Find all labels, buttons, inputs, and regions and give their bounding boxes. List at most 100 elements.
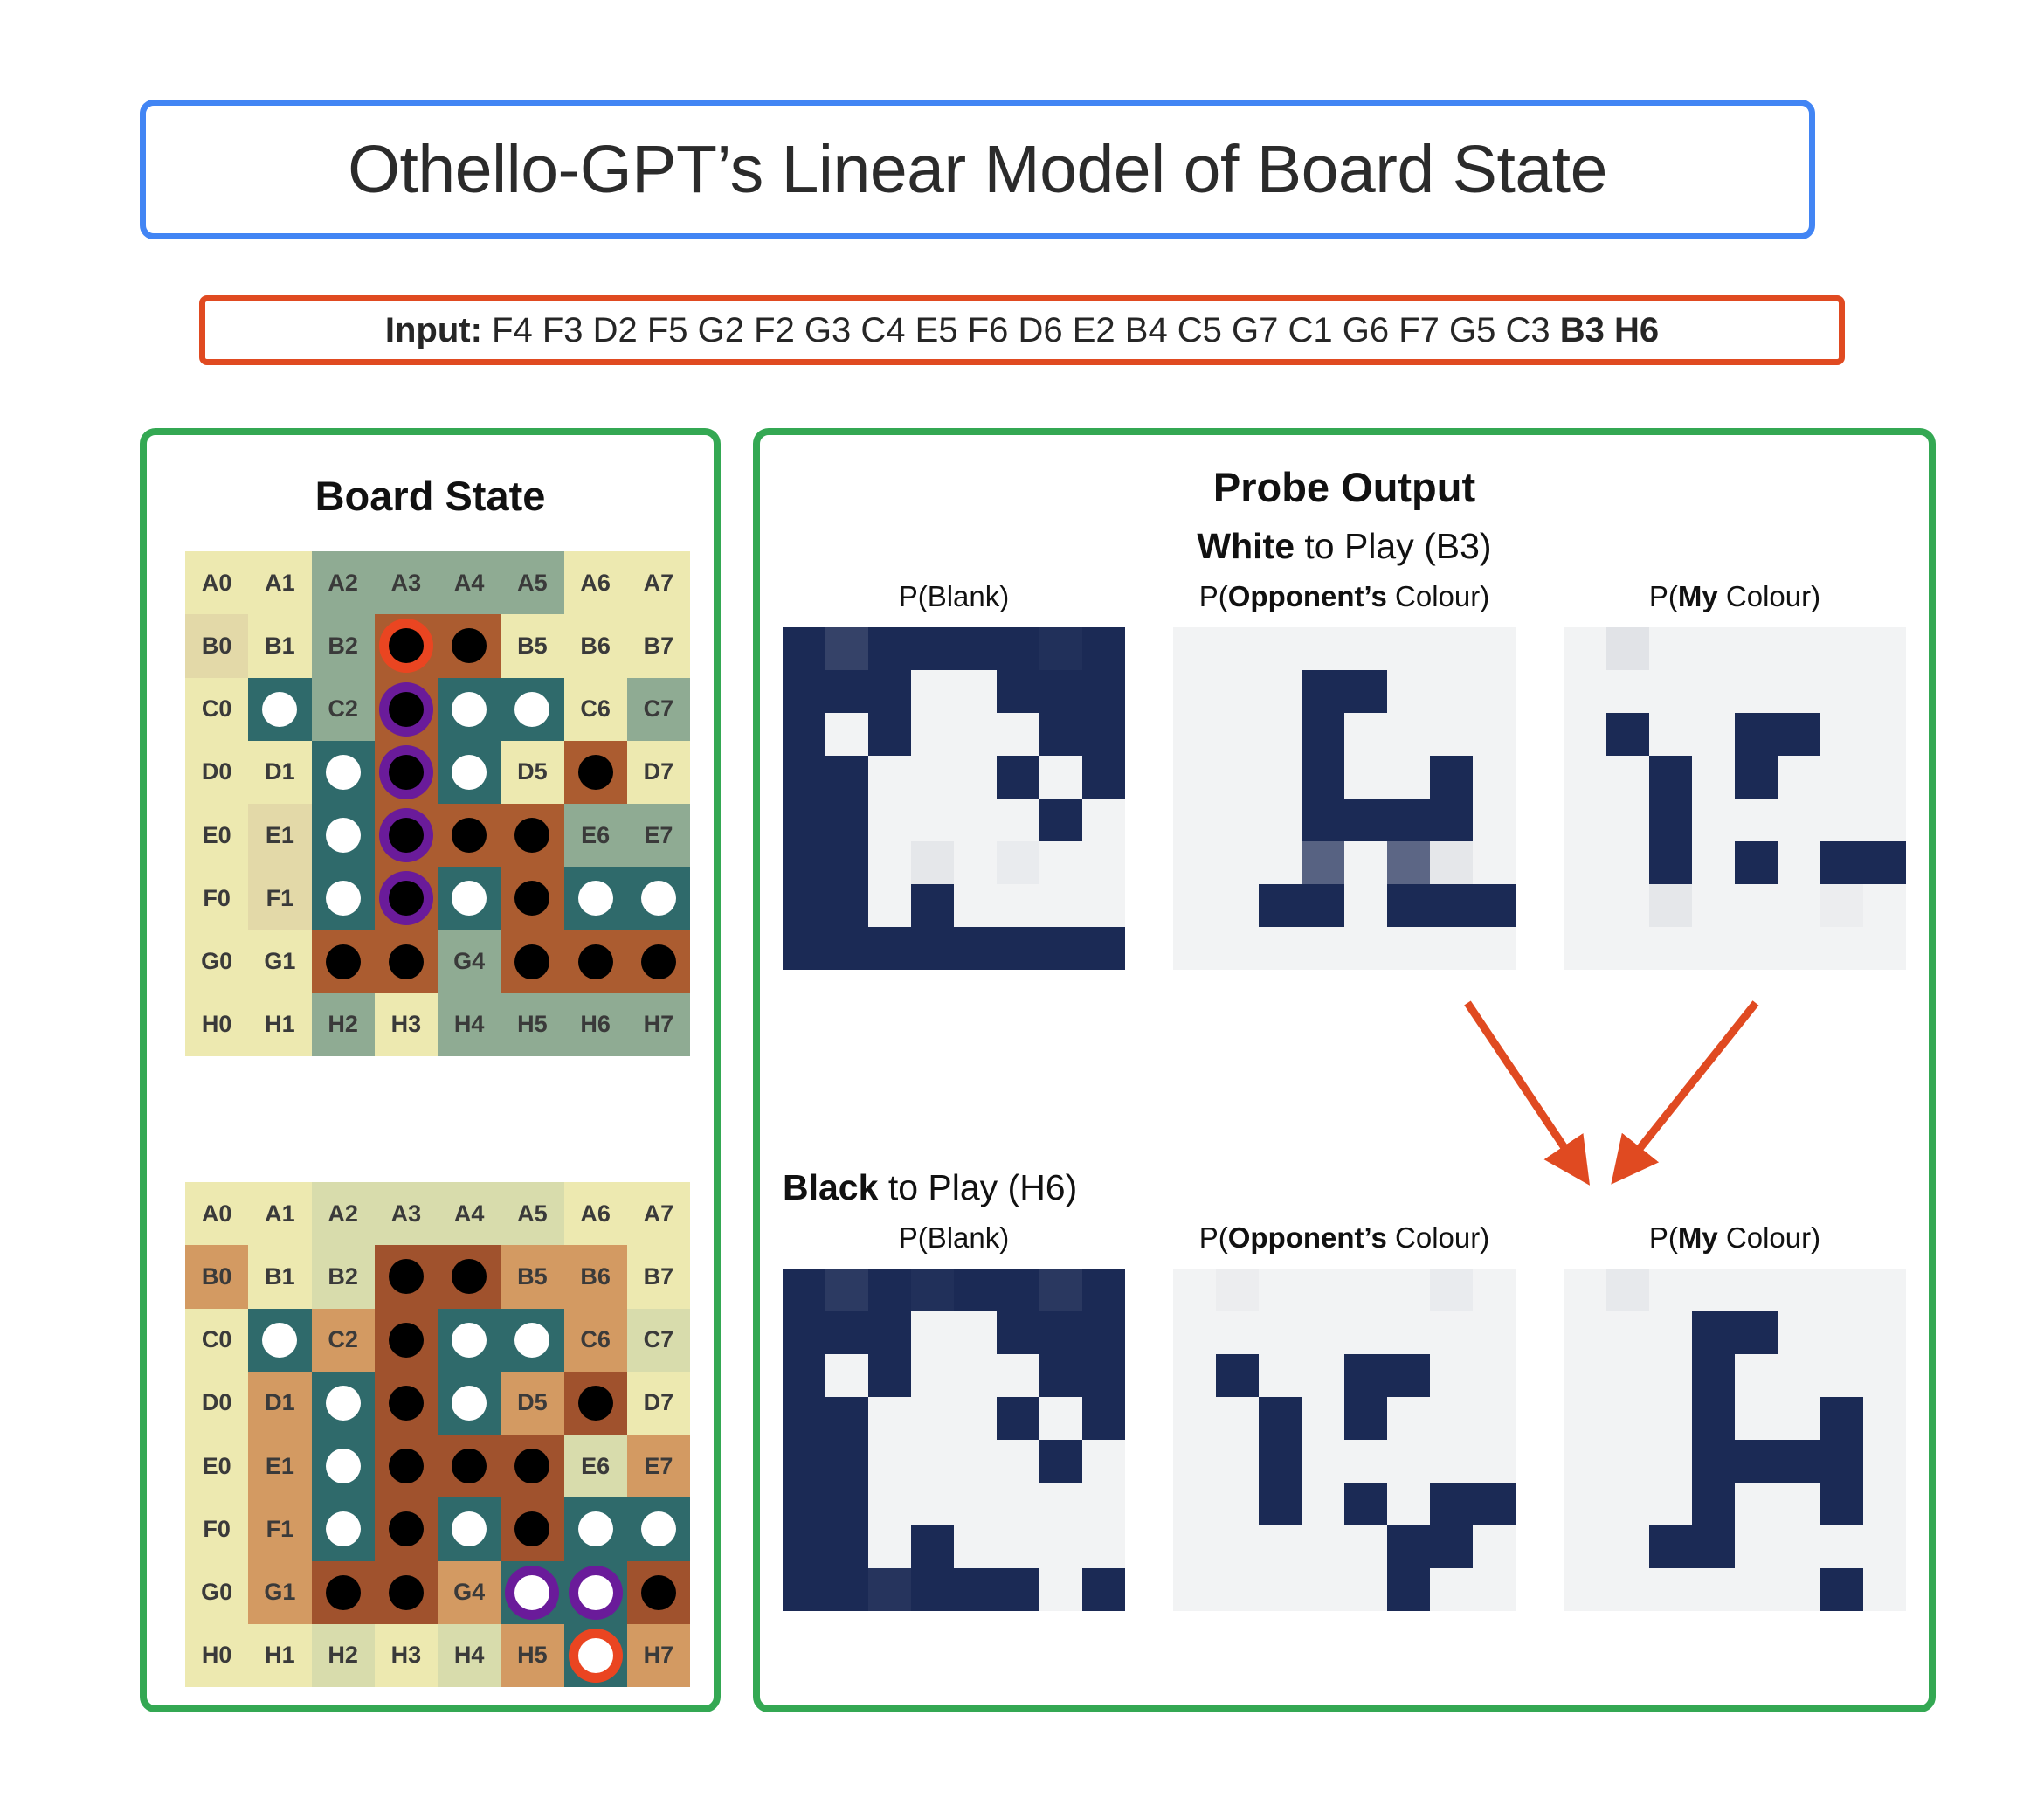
- heatmap-cell: [954, 841, 997, 884]
- heatmap-cell: [1302, 1311, 1344, 1354]
- heatmap-cell: [783, 884, 825, 927]
- heatmap-cell: [1564, 1354, 1606, 1397]
- heatmap-cell: [1649, 1440, 1692, 1483]
- board-cell-label: B7: [643, 1262, 674, 1290]
- board-disc: [388, 1259, 424, 1295]
- heatmap-cell: [1863, 1525, 1906, 1568]
- heatmap-cell: [825, 1568, 868, 1611]
- board-cell-label: E1: [265, 821, 294, 848]
- heatmap-cell: [1473, 1311, 1516, 1354]
- heatmap-cell: [1649, 799, 1692, 841]
- heatmap-p-opponent: [1173, 1269, 1516, 1611]
- board-cell-label: E1: [265, 1452, 294, 1479]
- heatmap-cell: [1473, 627, 1516, 670]
- board-cell: [438, 1245, 501, 1309]
- heatmap-cell: [1039, 1311, 1082, 1354]
- heatmap-cell: [1302, 756, 1344, 799]
- heatmap-cell: [1173, 627, 1216, 670]
- input-moves-highlighted: B3 H6: [1559, 310, 1660, 349]
- heatmap-cell: [1216, 1311, 1259, 1354]
- heatmap-cell: [1039, 713, 1082, 756]
- board-cell: C6: [563, 1308, 627, 1372]
- board-cell: H4: [438, 1623, 501, 1687]
- board-cell: [438, 804, 501, 868]
- board-cell: [311, 867, 375, 930]
- heatmap-cell: [1173, 799, 1216, 841]
- heatmap-cell: [911, 1483, 954, 1525]
- board-cell-label: D0: [201, 758, 232, 785]
- board-cell: A3: [374, 551, 438, 615]
- input-sequence: Input: F4 F3 D2 F5 G2 F2 G3 C4 E5 F6 D6 …: [385, 311, 1659, 350]
- heatmap-cell: [868, 1568, 911, 1611]
- board-cell: [501, 1497, 564, 1561]
- heatmap-cell: [1216, 1440, 1259, 1483]
- heatmap-cell: [783, 1483, 825, 1525]
- board-cell-label: C2: [328, 695, 358, 723]
- heatmap-cell: [1778, 756, 1820, 799]
- board-cell-label: D1: [265, 1389, 295, 1416]
- board-cell-label: A2: [328, 569, 358, 596]
- heatmap-cell: [911, 799, 954, 841]
- heatmap-cell: [1564, 884, 1606, 927]
- heatmap-cell: [1082, 1397, 1125, 1440]
- board-disc: [325, 1574, 361, 1610]
- board-disc: [514, 691, 550, 727]
- heatmap-cell: [997, 1311, 1039, 1354]
- board-cell-label: H1: [265, 1642, 295, 1669]
- board-cell-label: B6: [580, 632, 611, 659]
- heatmap-cell: [1606, 1397, 1649, 1440]
- heatmap-cell: [1863, 670, 1906, 713]
- heatmap-cell: [1430, 627, 1473, 670]
- heatmap-cell: [1039, 627, 1082, 670]
- board-cell: A2: [311, 1182, 375, 1246]
- heatmap-cell: [1649, 1311, 1692, 1354]
- heatmap-cell: [1778, 1483, 1820, 1525]
- heatmap-cell: [1692, 670, 1735, 713]
- heatmap-cell: [911, 756, 954, 799]
- heatmap-labels-white: P(Blank) P(Opponent’s Colour) P(My Colour): [760, 580, 1929, 613]
- heatmap-cell: [1082, 756, 1125, 799]
- heatmap-cell: [825, 927, 868, 970]
- board-disc: [452, 881, 487, 916]
- heatmap-label-p-mine: P(My Colour): [1648, 1221, 1821, 1254]
- heatmap-cell: [954, 799, 997, 841]
- heatmap-label-p-opponent: P(Opponent’s Colour): [1198, 580, 1490, 612]
- heatmap-cell: [1863, 627, 1906, 670]
- heatmap-cell: [997, 927, 1039, 970]
- heatmap-cell: [1649, 1525, 1692, 1568]
- heatmap-cell: [1387, 1483, 1430, 1525]
- board-cell-label: G1: [264, 948, 296, 975]
- board-disc: [452, 1511, 487, 1547]
- heatmap-cell: [1430, 1311, 1473, 1354]
- heatmap-cell: [825, 1354, 868, 1397]
- board-cell-label: D5: [517, 758, 548, 785]
- heatmap-cell: [1430, 1397, 1473, 1440]
- heatmap-cell: [825, 1440, 868, 1483]
- board-cell: H4: [438, 992, 501, 1056]
- heatmap-cell: [1302, 799, 1344, 841]
- heatmap-cell: [1082, 799, 1125, 841]
- board-cell-label: A5: [517, 569, 548, 596]
- board-cell: H3: [374, 992, 438, 1056]
- heatmap-cell: [1039, 799, 1082, 841]
- heatmap-cell: [1692, 1483, 1735, 1525]
- heatmap-cell: [1259, 713, 1302, 756]
- board-cell: H2: [311, 992, 375, 1056]
- board-cell: C2: [311, 677, 375, 741]
- heatmap-cell: [1173, 713, 1216, 756]
- heatmap-cell: [1606, 884, 1649, 927]
- board-cell: A0: [185, 551, 249, 615]
- heatmap-cell: [1039, 841, 1082, 884]
- heatmap-cell: [997, 884, 1039, 927]
- heatmap-cell: [1820, 1440, 1863, 1483]
- board-cell: [374, 1560, 438, 1624]
- heatmap-cell: [954, 1440, 997, 1483]
- board-cell-label: H7: [643, 1011, 674, 1038]
- heatmap-cell: [1216, 1269, 1259, 1311]
- board-cell: D7: [626, 740, 690, 804]
- board-disc: [640, 1511, 676, 1547]
- heatmap-cell: [1735, 1483, 1778, 1525]
- heatmap-cell: [1564, 1311, 1606, 1354]
- board-cell-label: A6: [580, 1200, 611, 1227]
- board-cell: H7: [626, 992, 690, 1056]
